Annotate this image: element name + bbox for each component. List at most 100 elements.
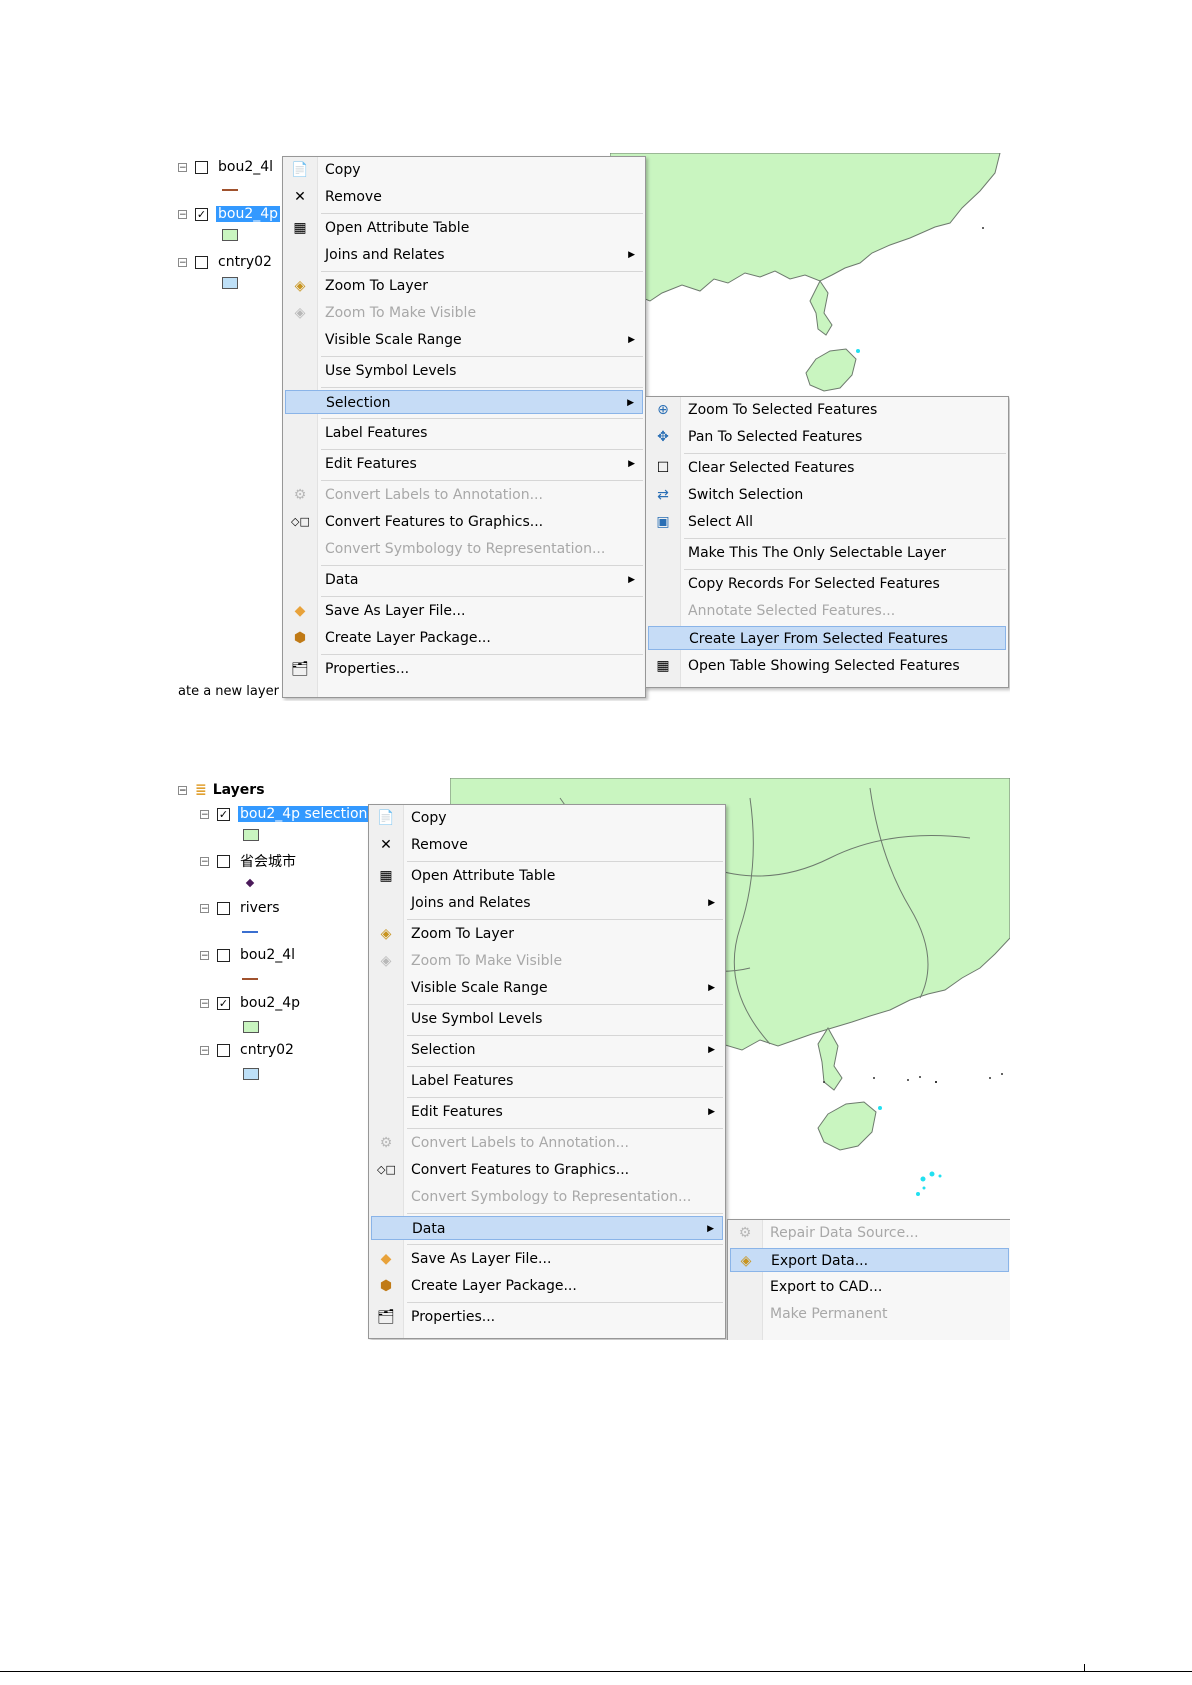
menu-item-edit-features[interactable]: Edit Features ▶	[371, 1100, 723, 1124]
menu-item-remove[interactable]: ✕ Remove	[371, 833, 723, 857]
layer-checkbox[interactable]: ✓	[195, 207, 208, 221]
menu-separator	[407, 1302, 723, 1303]
collapse-icon[interactable]: −	[178, 162, 187, 172]
menu-item-select-all[interactable]: ▣ Select All	[648, 510, 1006, 534]
layer-checkbox[interactable]	[217, 948, 230, 962]
collapse-icon[interactable]: −	[200, 903, 209, 913]
map-island	[878, 1106, 882, 1110]
menu-item-annotate-selected[interactable]: Annotate Selected Features...	[648, 599, 1006, 623]
menu-item-repair-data-source[interactable]: ⚙ Repair Data Source...	[730, 1221, 1009, 1245]
collapse-icon[interactable]: −	[200, 950, 209, 960]
menu-item-convert-labels[interactable]: ⚙ Convert Labels to Annotation...	[371, 1131, 723, 1155]
menu-item-create-layer-package[interactable]: ⬢ Create Layer Package...	[371, 1274, 723, 1298]
menu-item-only-selectable[interactable]: Make This The Only Selectable Layer	[648, 541, 1006, 565]
collapse-icon[interactable]: −	[200, 1045, 209, 1055]
layer-checkbox[interactable]	[217, 1043, 230, 1057]
menu-item-selection[interactable]: Selection ▶	[371, 1038, 723, 1062]
menu-item-create-layer-from-selected[interactable]: Create Layer From Selected Features	[648, 626, 1006, 650]
menu-item-visible-scale-range[interactable]: Visible Scale Range ▶	[285, 328, 643, 352]
layer-row[interactable]: − cntry02	[178, 252, 274, 272]
menu-item-pan-to-selected[interactable]: ✥ Pan To Selected Features	[648, 425, 1006, 449]
map-island	[856, 349, 860, 353]
collapse-icon[interactable]: −	[200, 809, 209, 819]
menu-item-save-as-layer-file[interactable]: ◆ Save As Layer File...	[285, 599, 643, 623]
menu-item-use-symbol-levels[interactable]: Use Symbol Levels	[285, 359, 643, 383]
clear-selection-icon: ☐	[656, 460, 670, 476]
menu-separator	[407, 919, 723, 920]
menu-item-joins-relates[interactable]: Joins and Relates ▶	[285, 243, 643, 267]
menu-item-properties[interactable]: 🗂 Properties...	[371, 1305, 723, 1329]
menu-item-convert-features[interactable]: ◇□ Convert Features to Graphics...	[285, 510, 643, 534]
menu-item-copy[interactable]: 📄 Copy	[371, 806, 723, 830]
layer-checkbox[interactable]	[217, 901, 230, 915]
layer-name[interactable]: bou2_4l	[216, 159, 275, 175]
menu-item-convert-symbology[interactable]: Convert Symbology to Representation...	[371, 1185, 723, 1209]
layer-row[interactable]: − 省会城市	[200, 851, 298, 871]
menu-item-convert-symbology[interactable]: Convert Symbology to Representation...	[285, 537, 643, 561]
layer-name[interactable]: bou2_4l	[238, 947, 297, 963]
layer-row[interactable]: − ✓ bou2_4p	[200, 993, 302, 1013]
layer-row[interactable]: − rivers	[200, 898, 282, 918]
layer-row[interactable]: − cntry02	[200, 1040, 296, 1060]
layer-checkbox[interactable]	[217, 854, 230, 868]
menu-separator	[407, 1097, 723, 1098]
menu-item-properties[interactable]: 🗂 Properties...	[285, 657, 643, 681]
menu-item-convert-features[interactable]: ◇□ Convert Features to Graphics...	[371, 1158, 723, 1182]
menu-item-zoom-to-selected[interactable]: ⊕ Zoom To Selected Features	[648, 398, 1006, 422]
submenu-arrow-icon: ▶	[708, 1045, 715, 1055]
copy-icon: 📄	[291, 162, 309, 178]
layer-row[interactable]: − bou2_4l	[178, 157, 275, 177]
menu-item-edit-features[interactable]: Edit Features ▶	[285, 452, 643, 476]
menu-item-copy[interactable]: 📄 Copy	[285, 158, 643, 182]
menu-item-selection[interactable]: Selection ▶	[285, 390, 643, 414]
menu-item-convert-labels[interactable]: ⚙ Convert Labels to Annotation...	[285, 483, 643, 507]
menu-item-export-to-cad[interactable]: Export to CAD...	[730, 1275, 1009, 1299]
collapse-icon[interactable]: −	[178, 785, 187, 795]
menu-item-open-table-selected[interactable]: ▦ Open Table Showing Selected Features	[648, 654, 1006, 678]
menu-item-label-features[interactable]: Label Features	[371, 1069, 723, 1093]
layer-checkbox[interactable]: ✓	[217, 996, 230, 1010]
layer-checkbox[interactable]	[195, 160, 208, 174]
menu-item-clear-selected[interactable]: ☐ Clear Selected Features	[648, 456, 1006, 480]
menu-item-joins-relates[interactable]: Joins and Relates ▶	[371, 891, 723, 915]
collapse-icon[interactable]: −	[178, 209, 187, 219]
menu-item-zoom-to-layer[interactable]: ◈ Zoom To Layer	[285, 274, 643, 298]
polygon-symbol	[222, 229, 238, 241]
menu-item-use-symbol-levels[interactable]: Use Symbol Levels	[371, 1007, 723, 1031]
menu-item-export-data[interactable]: ◈ Export Data...	[730, 1248, 1009, 1272]
layer-name[interactable]: cntry02	[238, 1042, 296, 1058]
collapse-icon[interactable]: −	[200, 856, 209, 866]
layer-name[interactable]: 省会城市	[238, 851, 298, 871]
menu-item-data[interactable]: Data ▶	[285, 568, 643, 592]
menu-item-open-attribute-table[interactable]: ▦ Open Attribute Table	[285, 216, 643, 240]
copy-icon: 📄	[377, 810, 395, 826]
menu-item-remove[interactable]: ✕ Remove	[285, 185, 643, 209]
menu-item-create-layer-package[interactable]: ⬢ Create Layer Package...	[285, 626, 643, 650]
menu-item-save-as-layer-file[interactable]: ◆ Save As Layer File...	[371, 1247, 723, 1271]
menu-item-copy-records[interactable]: Copy Records For Selected Features	[648, 572, 1006, 596]
layers-root-row[interactable]: − ≣ Layers	[178, 780, 265, 800]
menu-item-label-features[interactable]: Label Features	[285, 421, 643, 445]
layer-name[interactable]: bou2_4p	[216, 206, 281, 222]
layer-name[interactable]: bou2_4p selection	[238, 806, 370, 822]
layer-row[interactable]: − ✓ bou2_4p	[178, 204, 281, 224]
menu-item-make-permanent[interactable]: Make Permanent	[730, 1302, 1009, 1326]
menu-item-data[interactable]: Data ▶	[371, 1216, 723, 1240]
layer-name[interactable]: bou2_4p	[238, 995, 302, 1011]
collapse-icon[interactable]: −	[178, 257, 187, 267]
properties-icon: 🗂	[377, 1309, 395, 1325]
layer-checkbox[interactable]	[195, 255, 208, 269]
menu-item-visible-scale-range[interactable]: Visible Scale Range ▶	[371, 976, 723, 1000]
layer-checkbox[interactable]: ✓	[217, 807, 230, 821]
menu-item-zoom-to-make-visible[interactable]: ◈ Zoom To Make Visible	[285, 301, 643, 325]
layer-row[interactable]: − bou2_4l	[200, 945, 297, 965]
layer-name[interactable]: rivers	[238, 900, 282, 916]
layer-package-icon: ⬢	[379, 1278, 393, 1294]
menu-item-zoom-to-make-visible[interactable]: ◈ Zoom To Make Visible	[371, 949, 723, 973]
menu-item-open-attribute-table[interactable]: ▦ Open Attribute Table	[371, 864, 723, 888]
collapse-icon[interactable]: −	[200, 998, 209, 1008]
menu-item-switch-selection[interactable]: ⇄ Switch Selection	[648, 483, 1006, 507]
layer-name[interactable]: cntry02	[216, 254, 274, 270]
layer-row[interactable]: − ✓ bou2_4p selection	[200, 804, 370, 824]
menu-item-zoom-to-layer[interactable]: ◈ Zoom To Layer	[371, 922, 723, 946]
